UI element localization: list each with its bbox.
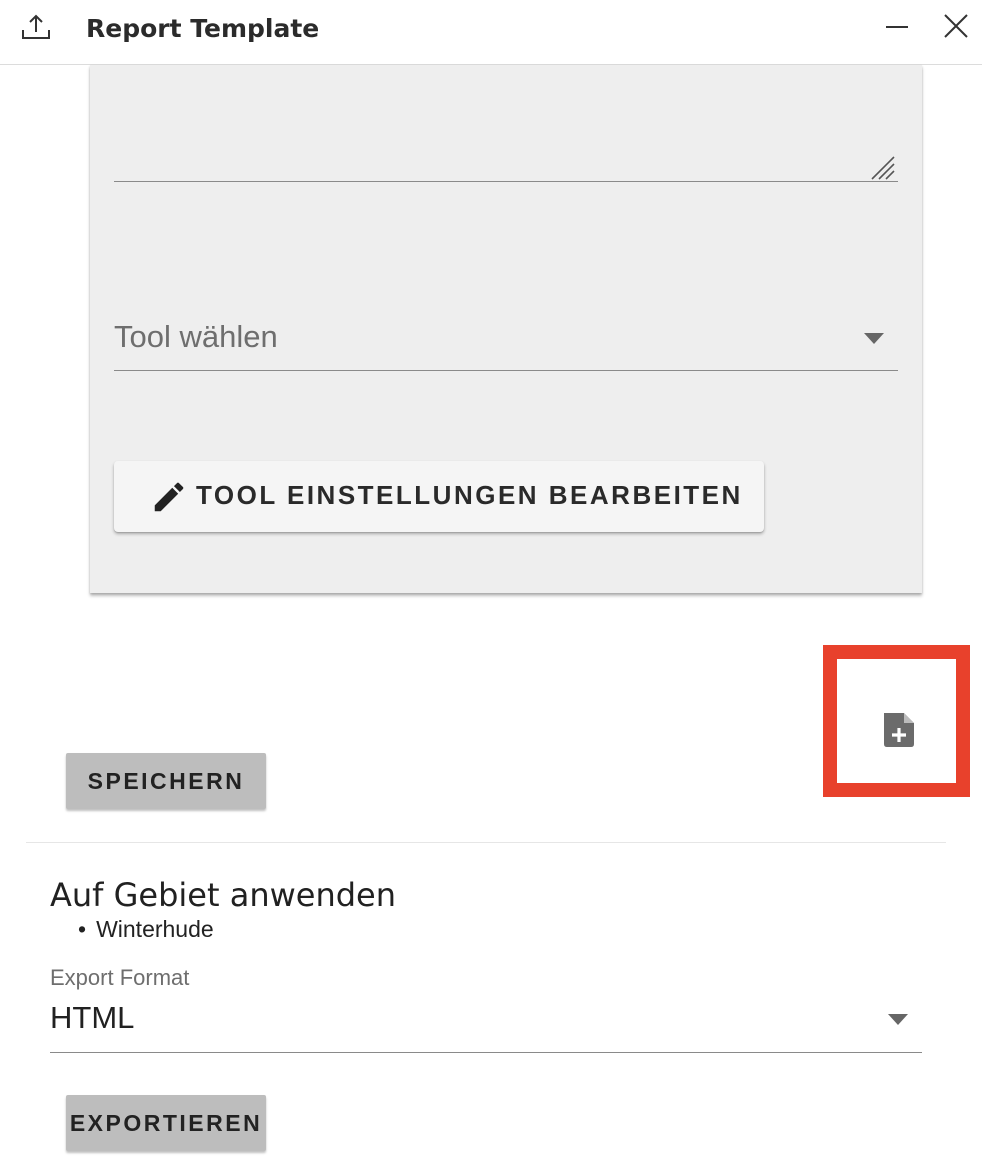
section-divider — [26, 842, 946, 843]
export-format-value: HTML — [50, 1000, 135, 1035]
window-title: Report Template — [86, 14, 320, 43]
export-format-select[interactable]: HTML — [50, 998, 922, 1053]
upload-icon — [22, 14, 50, 39]
edit-tool-settings-button[interactable]: TOOL EINSTELLUNGEN BEARBEITEN — [114, 461, 764, 532]
apply-to-area-heading: Auf Gebiet anwenden — [50, 876, 397, 914]
title-bar: Report Template — [0, 0, 982, 65]
resize-handle-icon[interactable] — [868, 153, 898, 181]
pencil-icon — [154, 482, 184, 512]
description-textarea[interactable] — [114, 181, 898, 182]
close-icon[interactable] — [940, 10, 972, 42]
minimize-icon[interactable] — [882, 12, 912, 42]
export-format-label: Export Format — [50, 965, 190, 990]
template-settings-card: Tool wählen TOOL EINSTELLUNGEN BEARBEITE… — [90, 65, 922, 593]
list-item: Winterhude — [78, 916, 214, 943]
save-button[interactable]: SPEICHERN — [66, 753, 266, 809]
tool-select[interactable]: Tool wählen — [114, 315, 898, 371]
edit-tool-settings-label: TOOL EINSTELLUNGEN BEARBEITEN — [196, 480, 743, 510]
chevron-down-icon — [888, 1014, 908, 1025]
area-list: Winterhude — [78, 916, 214, 943]
export-button[interactable]: EXPORTIEREN — [66, 1095, 266, 1151]
chevron-down-icon — [864, 333, 884, 344]
tool-select-placeholder: Tool wählen — [114, 319, 278, 354]
note-add-icon[interactable] — [878, 710, 918, 750]
